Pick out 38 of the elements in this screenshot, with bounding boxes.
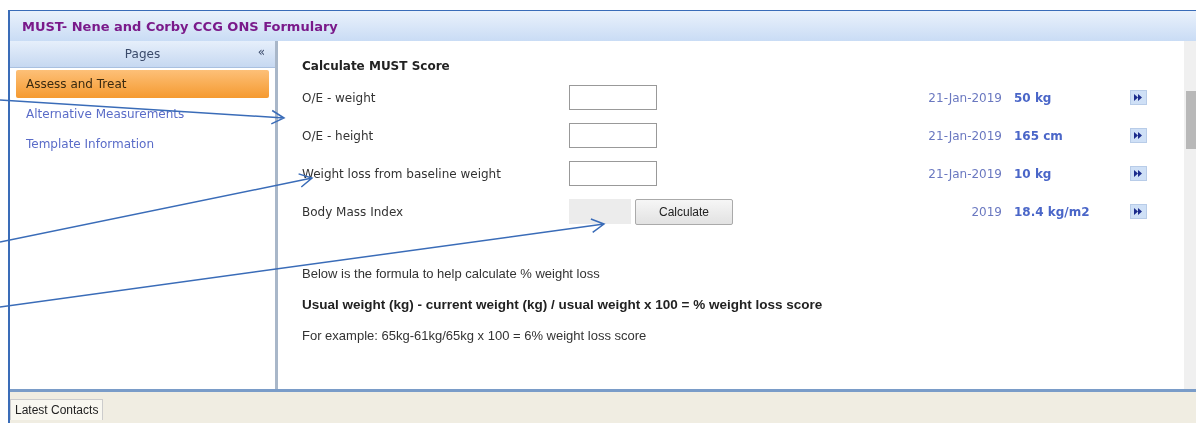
field-label: O/E - height bbox=[302, 128, 375, 143]
value-text: 50 kg bbox=[1013, 90, 1053, 105]
note-text: For example: 65kg-61kg/65kg x 100 = 6% weight loss score bbox=[302, 328, 648, 343]
double-arrow-icon bbox=[1134, 94, 1143, 101]
value-text: 10 kg bbox=[1013, 166, 1053, 181]
value-text: 18.4 kg/m2 bbox=[1013, 204, 1091, 219]
field-label: Weight loss from baseline weight bbox=[302, 166, 502, 181]
forward-button[interactable] bbox=[1130, 204, 1147, 219]
tab[interactable]: Latest Contacts bbox=[10, 399, 104, 420]
note-text: Usual weight (kg) - current weight (kg) / usual weight x 100 = % weight loss score bbox=[302, 297, 824, 312]
forward-button[interactable] bbox=[1130, 166, 1147, 181]
note-text: Below is the formula to help calculate % weight loss bbox=[302, 266, 601, 281]
double-arrow-icon bbox=[1134, 208, 1143, 215]
sidebar-item[interactable]: Template Information bbox=[16, 130, 269, 158]
calculate-button[interactable]: Calculate bbox=[635, 198, 733, 225]
input-field[interactable] bbox=[569, 161, 657, 186]
collapse-button[interactable]: « bbox=[255, 45, 267, 59]
pages-heading: Pages bbox=[124, 47, 161, 61]
input-field[interactable] bbox=[569, 123, 657, 148]
field-label: O/E - weight bbox=[302, 90, 377, 105]
form-title: Calculate MUST Score bbox=[302, 59, 451, 73]
forward-button[interactable] bbox=[1130, 90, 1147, 105]
scroll-thumb[interactable] bbox=[1186, 91, 1196, 149]
field-label: Body Mass Index bbox=[302, 204, 405, 219]
value-text: 165 cm bbox=[1013, 128, 1064, 143]
date-text: 2019 bbox=[970, 204, 1002, 219]
date-text: 21-Jan-2019 bbox=[927, 128, 1002, 143]
window-title: MUST- Nene and Corby CCG ONS Formulary bbox=[22, 18, 338, 34]
readonly-field bbox=[569, 198, 631, 224]
sidebar-item[interactable]: Alternative Measurements bbox=[16, 100, 269, 128]
double-arrow-icon bbox=[1134, 170, 1143, 177]
scrollbar[interactable] bbox=[1184, 41, 1196, 389]
double-arrow-icon bbox=[1134, 132, 1143, 139]
forward-button[interactable] bbox=[1130, 128, 1147, 143]
sidebar-item[interactable]: Assess and Treat bbox=[16, 70, 269, 98]
input-field[interactable] bbox=[569, 85, 657, 110]
date-text: 21-Jan-2019 bbox=[927, 166, 1002, 181]
date-text: 21-Jan-2019 bbox=[927, 90, 1002, 105]
